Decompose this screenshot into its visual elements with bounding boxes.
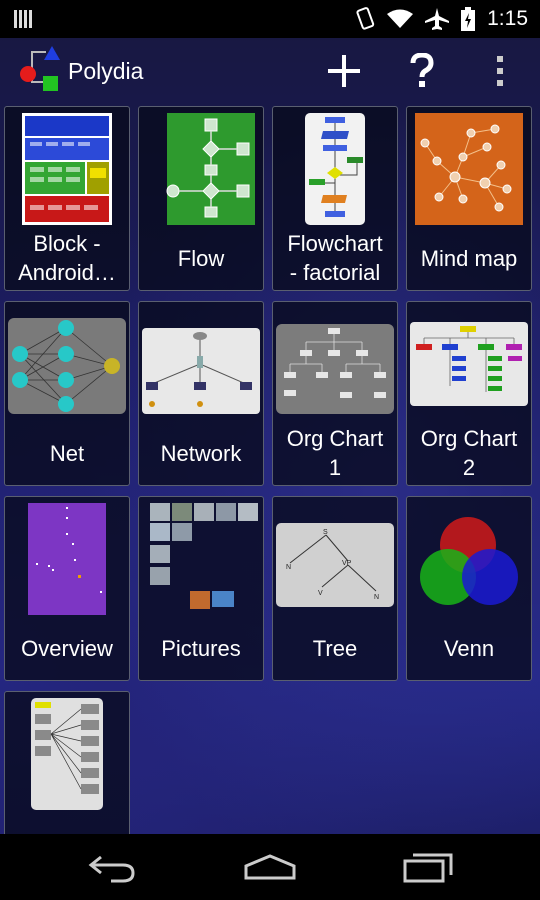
status-bar: 1:15 (0, 0, 540, 38)
airplane-icon (425, 8, 450, 30)
diagram-13-thumbnail (31, 698, 103, 810)
tile-label: Net (49, 440, 85, 466)
diagram-tile-overview[interactable]: Overview (4, 496, 130, 681)
diagram-thumbnail: S N VP V N (273, 503, 397, 615)
tile-label: Org Chart 1 (286, 426, 384, 480)
diagram-thumbnail (139, 503, 263, 615)
diagram-thumbnail (139, 113, 263, 225)
diagram-grid: Block - Android… Flow Flowchart - factor… (4, 106, 536, 834)
tree-thumbnail: S N VP V N (276, 523, 394, 607)
diagram-thumbnail (5, 503, 129, 615)
overview-thumbnail (28, 503, 106, 615)
tile-label: Flowchart - factorial (287, 231, 383, 285)
mind-map-thumbnail (415, 113, 523, 225)
diagram-tile-flow[interactable]: Flow (138, 106, 264, 291)
tree-node-s: S (323, 529, 328, 536)
diagram-thumbnail (273, 113, 397, 225)
tile-label: Venn (443, 635, 495, 661)
signal-bars-icon (14, 10, 32, 28)
venn-thumbnail (420, 517, 518, 605)
app-logo-icon (20, 46, 60, 91)
navigation-bar (0, 834, 540, 900)
flow-diagram-thumbnail (166, 113, 255, 225)
tree-node-vp: VP (342, 560, 352, 567)
diagram-thumbnail (273, 308, 397, 420)
diagram-thumbnail (407, 503, 531, 615)
home-icon (244, 854, 296, 880)
rotation-icon (356, 7, 375, 30)
tile-label: Org Chart 2 (420, 426, 518, 480)
help-icon (410, 53, 434, 87)
org-chart-2-thumbnail (410, 322, 528, 406)
back-button[interactable] (82, 848, 142, 888)
diagram-tile-venn[interactable]: Venn (406, 496, 532, 681)
tile-label: Flow (177, 245, 225, 271)
tree-node-v: V (318, 590, 323, 597)
diagram-tile-pictures[interactable]: Pictures (138, 496, 264, 681)
tile-label: Pictures (161, 635, 241, 661)
tile-label (7, 814, 127, 834)
tile-label: Block - Android… (18, 231, 116, 285)
org-chart-1-thumbnail (276, 324, 394, 414)
diagram-thumbnail (5, 698, 129, 810)
tile-label: Mind map (420, 245, 518, 271)
back-icon (88, 855, 135, 883)
diagram-thumbnail (407, 113, 531, 225)
diagram-tile-mind-map[interactable]: Mind map (406, 106, 532, 291)
help-button[interactable] (398, 48, 446, 94)
app-title: Polydia (68, 58, 144, 84)
home-button[interactable] (240, 848, 300, 888)
tile-label: Tree (312, 635, 358, 661)
overflow-menu-button[interactable] (476, 48, 524, 94)
flowchart-thumbnail (305, 113, 365, 225)
recent-apps-icon (403, 853, 453, 883)
tree-node-n: N (286, 564, 291, 571)
diagram-tile-org-chart-2[interactable]: Org Chart 2 (406, 301, 532, 486)
diagram-thumbnail (5, 113, 129, 225)
tile-label: Overview (21, 635, 113, 661)
diagram-tile-13[interactable] (4, 691, 130, 834)
pictures-thumbnail (150, 503, 258, 609)
diagram-thumbnail (139, 308, 263, 420)
diagram-tile-network[interactable]: Network (138, 301, 264, 486)
network-thumbnail (142, 328, 260, 414)
diagram-thumbnail (407, 308, 531, 420)
add-button[interactable] (320, 48, 368, 94)
battery-icon (461, 7, 476, 31)
status-clock: 1:15 (487, 7, 528, 30)
add-icon (328, 55, 360, 87)
action-bar: Polydia (0, 38, 540, 104)
recent-apps-button[interactable] (398, 848, 458, 888)
wifi-icon (387, 9, 414, 28)
tile-label: Network (160, 440, 242, 466)
diagram-tile-org-chart-1[interactable]: Org Chart 1 (272, 301, 398, 486)
diagram-tile-flowchart-factorial[interactable]: Flowchart - factorial (272, 106, 398, 291)
net-thumbnail (8, 318, 126, 414)
diagram-tile-block-android[interactable]: Block - Android… (4, 106, 130, 291)
diagram-tile-tree[interactable]: S N VP V N Tree (272, 496, 398, 681)
diagram-thumbnail (5, 308, 129, 420)
block-diagram-thumbnail (22, 113, 112, 225)
tree-node-n2: N (374, 594, 379, 601)
overflow-menu-icon (497, 56, 503, 86)
diagram-tile-net[interactable]: Net (4, 301, 130, 486)
